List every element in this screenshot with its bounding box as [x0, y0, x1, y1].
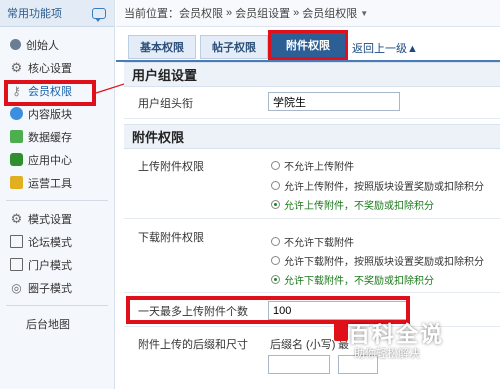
sidebar-item-label: 核心设置 [28, 62, 72, 75]
sidebar-divider [6, 305, 108, 306]
sidebar-item-label: 圈子模式 [28, 282, 72, 295]
sidebar-item-core-settings[interactable]: ⚙ 核心设置 [0, 56, 114, 79]
sidebar-item-data-cache[interactable]: 数据缓存 [0, 125, 114, 148]
forum-icon [10, 235, 23, 248]
sidebar-item-app-center[interactable]: 应用中心 [0, 148, 114, 171]
tool-icon [10, 176, 23, 189]
sidebar-item-label: 创始人 [26, 39, 59, 52]
back-link[interactable]: 返回上一级▲ [352, 40, 418, 56]
sidebar-item-label: 运营工具 [28, 177, 72, 190]
sidebar-item-label: 模式设置 [28, 213, 72, 226]
radio-button-checked[interactable] [271, 200, 280, 209]
extension-column-header: 后缀名 (小写) [270, 339, 336, 351]
breadcrumb-current[interactable]: 会员组权限 [302, 5, 357, 21]
tab-attachment-permissions[interactable]: 附件权限 [268, 30, 348, 60]
breadcrumb-separator: » [226, 7, 233, 19]
chevron-down-icon[interactable]: ▼ [360, 9, 368, 18]
section-header-attachment: 附件权限 [124, 124, 500, 149]
upload-option-allow-no-points[interactable]: 允许上传附件，不奖励或扣除积分 [271, 197, 434, 212]
permission-tabs: 基本权限 帖子权限 附件权限 返回上一级▲ [116, 27, 500, 62]
database-icon [10, 130, 23, 143]
sidebar-item-label: 门户模式 [28, 259, 72, 272]
radio-label: 允许上传附件，不奖励或扣除积分 [284, 201, 434, 212]
breadcrumb: 当前位置： 会员权限 » 会员组设置 » 会员组权限 ▼ [116, 0, 500, 27]
watermark-logo-mark [334, 321, 348, 341]
sidebar-item-admin-map[interactable]: 后台地图 [0, 312, 114, 335]
radio-label: 允许上传附件，按照版块设置奖励或扣除积分 [284, 182, 484, 193]
sidebar-item-label: 应用中心 [28, 154, 72, 167]
sidebar-item-label: 论坛模式 [28, 236, 72, 249]
person-icon [10, 39, 21, 50]
radio-label: 不允许下载附件 [284, 238, 354, 249]
watermark-subtitle: 助你轻松解决 [354, 348, 420, 360]
upload-option-deny[interactable]: 不允许上传附件 [271, 158, 354, 173]
sidebar-divider [6, 200, 108, 201]
download-option-allow-board[interactable]: 允许下载附件，按照版块设置奖励或扣除积分 [271, 253, 484, 268]
tab-post-permissions[interactable]: 帖子权限 [200, 35, 268, 59]
sidebar-header: 常用功能项 [0, 0, 114, 27]
extension-size-label: 附件上传的后缀和尺寸 [138, 339, 248, 351]
row-divider [124, 218, 500, 219]
radio-label: 允许下载附件，按照版块设置奖励或扣除积分 [284, 257, 484, 268]
row-divider [124, 118, 500, 119]
download-option-allow-no-points[interactable]: 允许下载附件，不奖励或扣除积分 [271, 272, 434, 287]
radio-label: 允许下载附件，不奖励或扣除积分 [284, 276, 434, 287]
download-option-deny[interactable]: 不允许下载附件 [271, 234, 354, 249]
sidebar-item-forum-mode[interactable]: 论坛模式 [0, 230, 114, 253]
breadcrumb-prefix: 当前位置： [124, 8, 179, 20]
gear-icon: ⚙ [10, 60, 23, 75]
sidebar-title: 常用功能项 [7, 8, 62, 20]
radio-button[interactable] [271, 256, 280, 265]
sidebar-item-mode-settings[interactable]: ⚙ 模式设置 [0, 207, 114, 230]
section-header-group-settings: 用户组设置 [124, 62, 500, 87]
breadcrumb-link[interactable]: 会员组设置 [235, 5, 290, 21]
sidebar-item-circle-mode[interactable]: ◎ 圈子模式 [0, 276, 114, 299]
radio-button[interactable] [271, 237, 280, 246]
upload-permission-label: 上传附件权限 [138, 161, 204, 173]
radio-button[interactable] [271, 161, 280, 170]
sidebar-item-label: 内容版块 [28, 108, 72, 121]
sidebar: 常用功能项 创始人 ⚙ 核心设置 ⚷ 会员权限 内容版块 数据缓存 应用中心 运… [0, 0, 115, 389]
chat-bubble-icon [10, 107, 23, 120]
globe-icon: ◎ [11, 280, 22, 295]
chat-icon[interactable] [92, 7, 106, 22]
sidebar-item-operation-tools[interactable]: 运营工具 [0, 171, 114, 194]
radio-button-checked[interactable] [271, 275, 280, 284]
sidebar-item-label: 数据缓存 [28, 131, 72, 144]
portal-icon [10, 258, 23, 271]
download-permission-label: 下载附件权限 [138, 232, 204, 244]
radio-button[interactable] [271, 181, 280, 190]
group-title-label: 用户组头衔 [138, 98, 193, 110]
extension-input[interactable] [268, 355, 330, 374]
row-divider [124, 292, 500, 293]
breadcrumb-separator: » [293, 7, 300, 19]
sidebar-item-founder[interactable]: 创始人 [0, 33, 114, 56]
upload-option-allow-board[interactable]: 允许上传附件，按照版块设置奖励或扣除积分 [271, 178, 484, 193]
app-center-icon [10, 153, 23, 166]
breadcrumb-link[interactable]: 会员权限 [179, 5, 223, 21]
watermark-logo: 百科全说 助你轻松解决 [334, 317, 494, 361]
grid-icon: ⚙ [10, 211, 23, 226]
group-title-input[interactable]: 学院生 [268, 92, 400, 111]
sidebar-highlight-box [4, 80, 96, 106]
sidebar-item-label: 后台地图 [26, 318, 70, 331]
radio-label: 不允许上传附件 [284, 162, 354, 173]
tab-basic-permissions[interactable]: 基本权限 [128, 35, 196, 59]
sidebar-item-portal-mode[interactable]: 门户模式 [0, 253, 114, 276]
